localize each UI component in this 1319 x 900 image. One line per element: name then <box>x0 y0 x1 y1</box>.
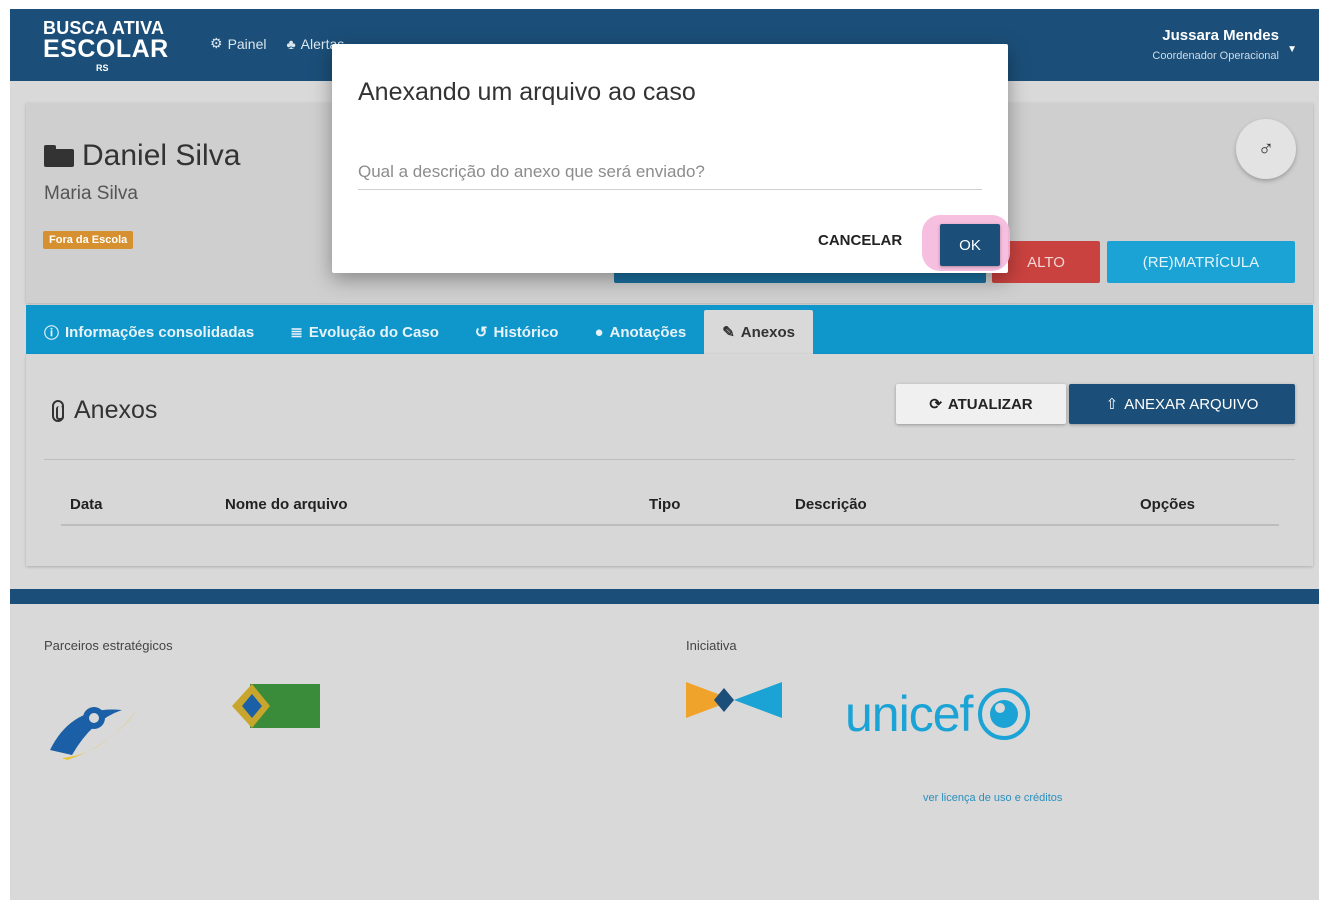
modal-title: Anexando um arquivo ao caso <box>358 78 696 106</box>
ok-button[interactable]: OK <box>940 224 1000 266</box>
cancel-button[interactable]: CANCELAR <box>818 232 902 249</box>
attach-modal: Anexando um arquivo ao caso CANCELAR OK <box>332 44 1010 273</box>
description-input[interactable] <box>358 154 982 190</box>
